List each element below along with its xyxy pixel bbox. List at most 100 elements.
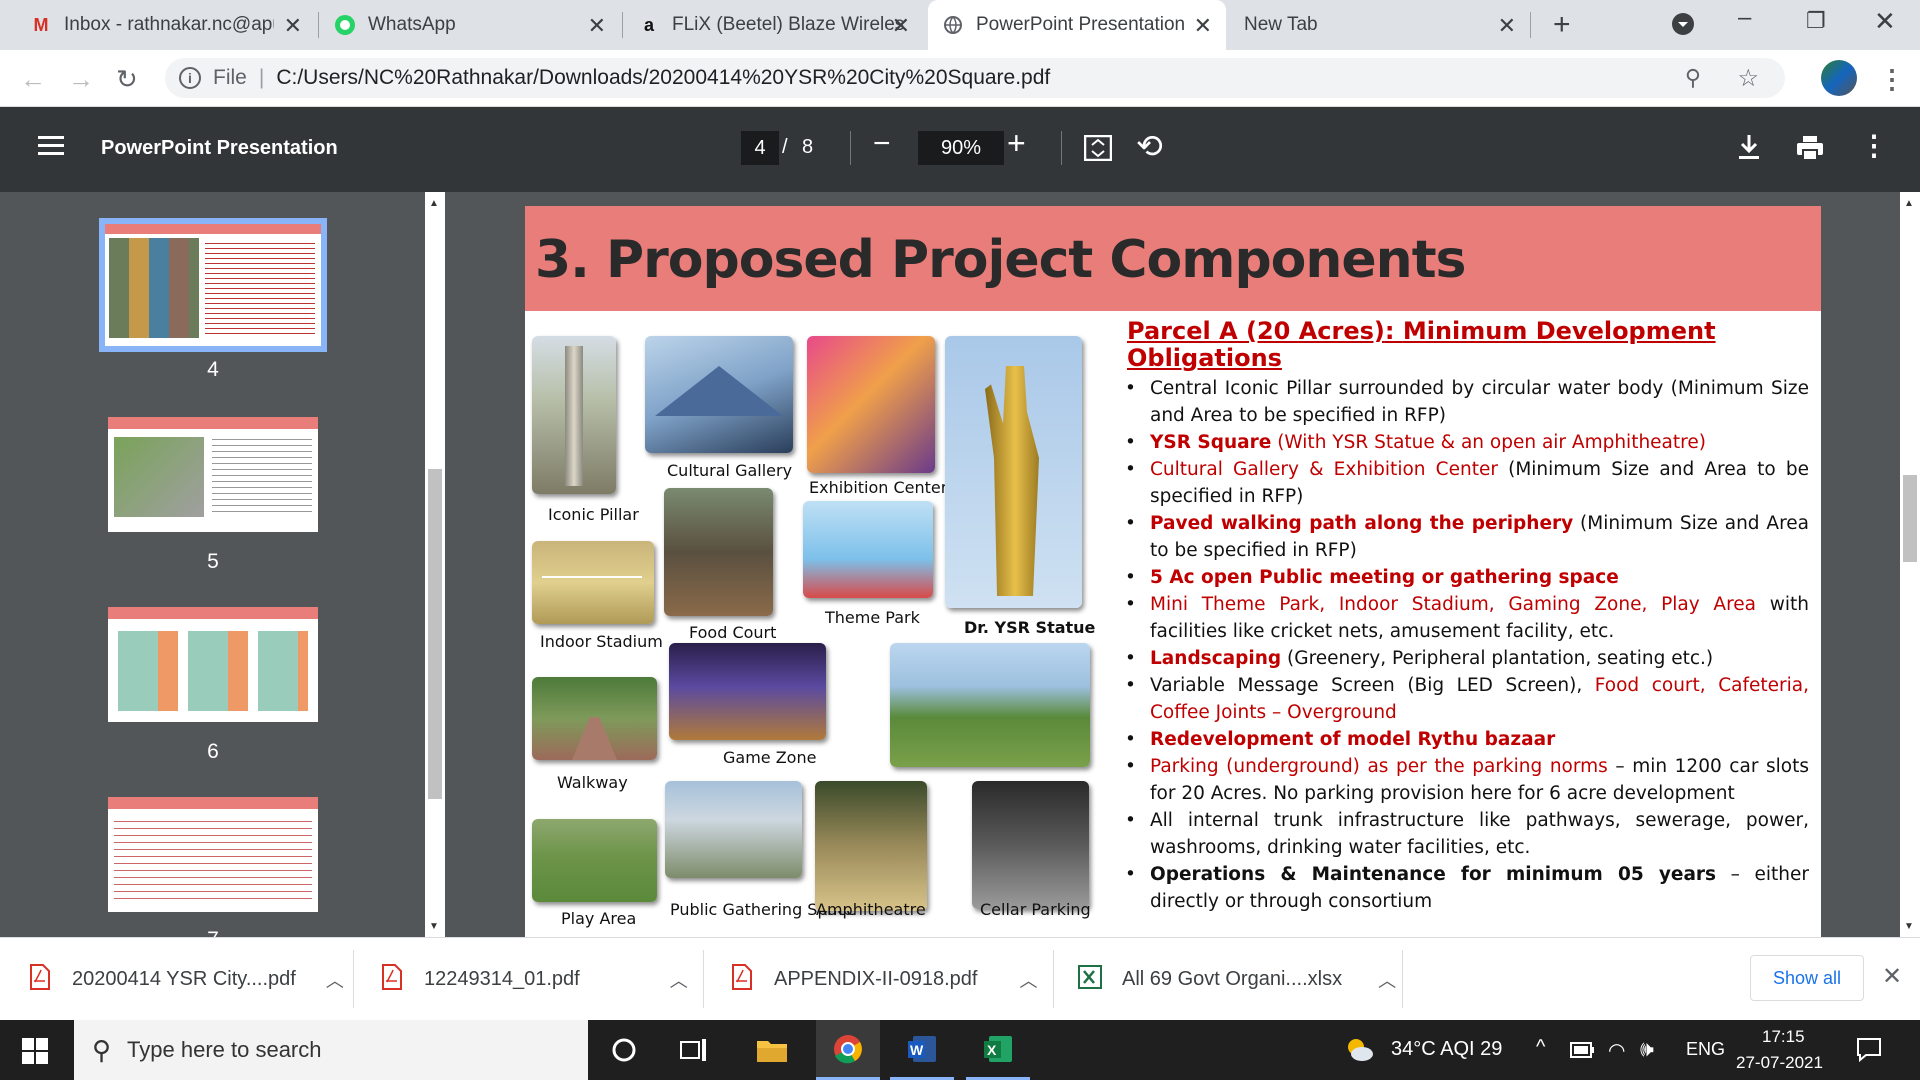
close-downloads-icon[interactable]: ✕ <box>1882 962 1902 991</box>
weather-icon[interactable] <box>1344 1036 1374 1067</box>
address-bar[interactable]: i File | C:/Users/NC%20Rathnakar/Downloa… <box>165 58 1785 98</box>
amazon-icon: a <box>643 14 654 35</box>
tab-gmail[interactable]: M Inbox - rathnakar.nc@apu ✕ <box>16 0 316 50</box>
minimize-icon[interactable]: – <box>1738 4 1751 32</box>
thumbnail-page-6[interactable] <box>108 607 318 722</box>
sidebar-scrollbar[interactable]: ▲ ▼ <box>425 192 445 937</box>
forward-icon[interactable]: → <box>68 64 94 95</box>
excel-file-icon <box>1078 964 1102 995</box>
restore-icon[interactable]: ❐ <box>1806 8 1826 34</box>
bullet-text: YSR Square <box>1150 432 1272 453</box>
close-window-icon[interactable]: ✕ <box>1874 6 1896 37</box>
word-icon[interactable]: W <box>890 1020 954 1080</box>
download-icon[interactable] <box>1737 133 1761 166</box>
chevron-up-icon[interactable]: ︿ <box>670 967 688 993</box>
cultural-gallery-image <box>645 336 793 453</box>
caption: Game Zone <box>723 748 817 767</box>
download-item[interactable]: 12249314_01.pdf ︿ <box>382 938 688 1021</box>
tab-search-icon[interactable] <box>1671 12 1695 41</box>
tab-title: New Tab <box>1244 14 1318 35</box>
thumbnail-page-5[interactable] <box>108 417 318 532</box>
url-text[interactable]: C:/Users/NC%20Rathnakar/Downloads/202004… <box>276 66 1050 90</box>
clock-date[interactable]: 27-07-2021 <box>1736 1053 1823 1073</box>
viewer-scrollbar[interactable]: ▲ ▼ <box>1900 192 1920 937</box>
tab-amazon[interactable]: a FLiX (Beetel) Blaze Wireles ✕ <box>624 0 924 50</box>
close-icon[interactable]: ✕ <box>284 13 302 39</box>
download-item[interactable]: All 69 Govt Organi....xlsx ︿ <box>1078 938 1396 1021</box>
close-icon[interactable]: ✕ <box>1194 13 1212 39</box>
chevron-up-icon[interactable]: ︿ <box>1378 967 1396 993</box>
chevron-up-icon[interactable]: ︿ <box>326 967 344 993</box>
notification-icon[interactable] <box>1856 1036 1882 1067</box>
close-icon[interactable]: ✕ <box>892 13 910 39</box>
dr-ysr-statue-image <box>945 336 1082 608</box>
clock-time[interactable]: 17:15 <box>1762 1027 1805 1047</box>
taskbar-search-box[interactable]: ⚲ Type here to search <box>74 1020 588 1080</box>
slide-title: 3. Proposed Project Components <box>535 230 1467 290</box>
pdf-file-icon <box>30 963 50 996</box>
language-indicator[interactable]: ENG <box>1686 1039 1725 1060</box>
weather-text[interactable]: 34°C AQI 29 <box>1391 1038 1502 1061</box>
avatar[interactable] <box>1821 60 1857 96</box>
cortana-icon[interactable] <box>592 1020 656 1080</box>
download-item[interactable]: APPENDIX-II-0918.pdf ︿ <box>732 938 1037 1021</box>
bullet-text: Parking (underground) as per the parking… <box>1150 756 1608 777</box>
caption: Exhibition Center <box>809 478 948 497</box>
zoom-level-input[interactable]: 90% <box>918 131 1004 165</box>
tab-whatsapp[interactable]: WhatsApp ✕ <box>320 0 620 50</box>
list-item: YSR Square (With YSR Statue & an open ai… <box>1125 429 1809 456</box>
battery-icon[interactable] <box>1570 1042 1594 1063</box>
print-icon[interactable] <box>1796 135 1824 166</box>
caption: Amphitheatre <box>816 900 926 919</box>
rotate-icon[interactable]: ⟲ <box>1136 127 1163 165</box>
thumbnail-page-7[interactable] <box>108 797 318 912</box>
pdf-toolbar: PowerPoint Presentation 4 / 8 − 90% + ⟲ … <box>0 107 1920 192</box>
hamburger-menu-icon[interactable] <box>38 135 64 162</box>
bullet-text: Landscaping <box>1150 648 1282 669</box>
task-view-icon[interactable] <box>662 1020 726 1080</box>
bullet-text: (Greenery, Peripheral plantation, seatin… <box>1281 648 1714 669</box>
caption: Food Court <box>689 623 777 642</box>
zoom-out-icon[interactable]: − <box>873 127 891 161</box>
svg-text:X: X <box>987 1042 997 1058</box>
back-icon[interactable]: ← <box>20 64 46 95</box>
thumbnail-sidebar: 4 5 6 7 ▲ ▼ <box>0 192 445 937</box>
downloads-bar: 20200414 YSR City....pdf ︿ 12249314_01.p… <box>0 937 1920 1020</box>
menu-kebab-icon[interactable]: ⋮ <box>1879 64 1905 95</box>
info-icon[interactable]: i <box>179 67 201 89</box>
chevron-up-icon[interactable]: ^ <box>1536 1036 1545 1059</box>
list-item: Operations & Maintenance for minimum 05 … <box>1125 861 1809 915</box>
wifi-icon[interactable]: ◠ <box>1608 1038 1625 1063</box>
reload-icon[interactable]: ↻ <box>116 64 138 95</box>
zoom-in-icon[interactable]: + <box>1007 125 1026 162</box>
list-item: Redevelopment of model Rythu bazaar <box>1125 726 1809 753</box>
caption: Iconic Pillar <box>548 505 639 524</box>
close-icon[interactable]: ✕ <box>588 13 606 39</box>
bullet-list: Central Iconic Pillar surrounded by circ… <box>1125 375 1809 915</box>
thumbnail-page-4[interactable] <box>105 224 321 346</box>
zoom-icon[interactable]: ⚲ <box>1685 65 1701 91</box>
download-filename: APPENDIX-II-0918.pdf <box>774 968 978 990</box>
show-all-button[interactable]: Show all <box>1750 955 1864 1001</box>
page-number-input[interactable]: 4 <box>741 131 779 165</box>
new-tab-icon[interactable]: + <box>1553 8 1571 42</box>
chevron-up-icon[interactable]: ︿ <box>1019 967 1037 993</box>
windows-start-icon[interactable] <box>22 1038 48 1069</box>
list-item: Cultural Gallery & Exhibition Center (Mi… <box>1125 456 1809 510</box>
chrome-icon[interactable] <box>816 1020 880 1080</box>
landscape-image <box>890 643 1090 767</box>
download-item[interactable]: 20200414 YSR City....pdf ︿ <box>30 938 344 1021</box>
thumbnail-number: 4 <box>207 358 219 381</box>
thumbnail-number: 7 <box>193 928 233 937</box>
file-explorer-icon[interactable] <box>740 1020 804 1080</box>
tab-powerpoint-presentation[interactable]: PowerPoint Presentation ✕ <box>928 0 1226 50</box>
close-icon[interactable]: ✕ <box>1498 13 1516 39</box>
tab-strip: M Inbox - rathnakar.nc@apu ✕ WhatsApp ✕ … <box>0 0 1920 50</box>
excel-icon[interactable]: X <box>966 1020 1030 1080</box>
more-options-icon[interactable]: ⋮ <box>1860 129 1888 162</box>
whatsapp-icon <box>334 14 356 36</box>
volume-icon[interactable]: 🕪 <box>1640 1036 1654 1062</box>
tab-new-tab[interactable]: New Tab ✕ <box>1230 0 1530 50</box>
bookmark-star-icon[interactable]: ☆ <box>1737 64 1759 93</box>
fit-page-icon[interactable] <box>1083 134 1113 166</box>
